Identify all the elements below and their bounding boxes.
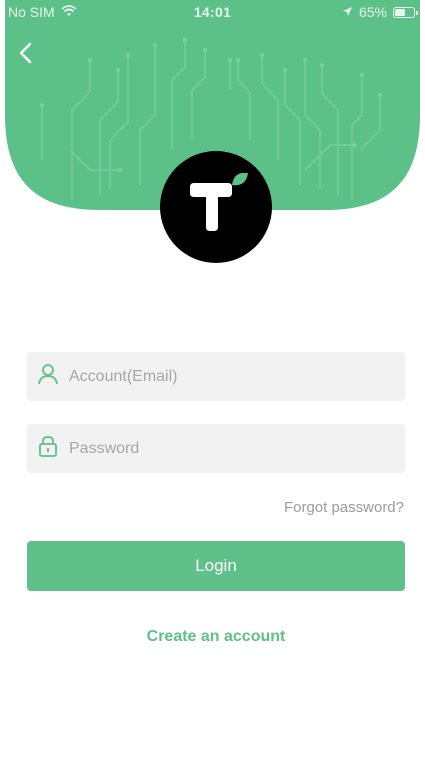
account-field[interactable] — [27, 352, 405, 401]
battery-percent: 65% — [358, 4, 387, 20]
lock-icon — [37, 435, 59, 462]
app-logo — [160, 151, 272, 263]
location-arrow-icon — [342, 4, 353, 20]
forgot-password-link[interactable]: Forgot password? — [284, 499, 404, 516]
login-button[interactable]: Login — [27, 541, 405, 591]
password-field[interactable] — [27, 424, 405, 473]
user-icon — [37, 363, 59, 390]
status-right: 65% — [342, 4, 418, 20]
status-bar: No SIM 14:01 65% — [0, 0, 425, 22]
battery-level-fill — [395, 8, 406, 16]
password-input[interactable] — [67, 438, 371, 459]
create-account-link[interactable]: Create an account — [0, 628, 425, 646]
back-button[interactable] — [10, 40, 40, 70]
app-logo-icon — [184, 172, 248, 242]
account-input[interactable] — [67, 366, 371, 387]
back-chevron-icon — [18, 42, 32, 69]
battery-icon — [393, 6, 418, 18]
